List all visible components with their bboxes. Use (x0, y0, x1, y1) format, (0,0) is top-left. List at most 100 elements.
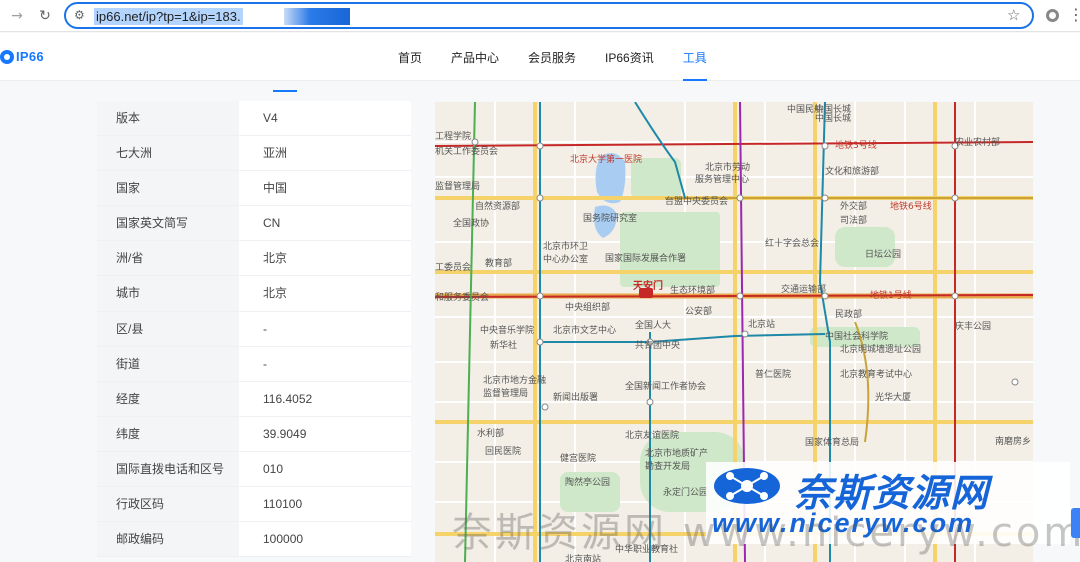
info-label: 国家英文简写 (97, 206, 239, 241)
map-label[interactable]: 中心办公室 (543, 252, 588, 265)
map-label[interactable]: 服务管理中心 (695, 172, 749, 185)
map-label[interactable]: 外交部 (840, 199, 867, 212)
map-label[interactable]: 陶然亭公园 (565, 475, 610, 488)
info-row: 邮政编码 100000 (97, 522, 411, 558)
info-row: 洲/省 北京 (97, 241, 411, 277)
info-label: 国际直拨电话和区号 (97, 451, 239, 487)
map-label[interactable]: 庆丰公园 (955, 319, 991, 332)
nav-item-news[interactable]: IP66资讯 (605, 33, 654, 81)
info-row: 七大洲 亚洲 (97, 136, 411, 172)
map-label[interactable]: 北京市环卫 (543, 239, 588, 252)
map-label[interactable]: 中国社会科学院 (825, 329, 888, 342)
site-settings-icon[interactable]: ⚙ (74, 8, 85, 22)
map-label[interactable]: 南磨房乡 (995, 434, 1031, 447)
bookmark-star-icon[interactable]: ☆ (1007, 6, 1020, 24)
map-label[interactable]: 中央组织部 (565, 300, 610, 313)
map-label[interactable]: 自然资源部 (475, 199, 520, 212)
map-label[interactable]: 天安门 (633, 277, 663, 292)
map-label[interactable]: 监督管理局 (435, 179, 480, 192)
map-label[interactable]: 中国长城 (815, 111, 851, 124)
map-label[interactable]: 地铁3号线 (835, 138, 877, 151)
map-label[interactable]: 公安部 (685, 304, 712, 317)
map-label[interactable]: 水利部 (477, 426, 504, 439)
map-label[interactable]: 国家国际发展合作署 (605, 251, 686, 264)
map-label[interactable]: 全国新闻工作者协会 (625, 379, 706, 392)
map-label[interactable]: 监督管理局 (483, 386, 528, 399)
nav-item-tools[interactable]: 工具 (682, 33, 707, 81)
forward-arrow-icon[interactable]: → (6, 5, 28, 27)
map-label[interactable]: 北京市文艺中心 (553, 323, 616, 336)
map-label[interactable]: 地铁1号线 (870, 288, 912, 301)
map-label[interactable]: 北京友谊医院 (625, 428, 679, 441)
info-row: 行政区码 110100 (97, 487, 411, 523)
info-value: 中国 (263, 181, 288, 196)
map-label[interactable]: 共青团中央 (635, 338, 680, 351)
info-label: 纬度 (97, 416, 239, 451)
map-label[interactable]: 机关工作委员会 (435, 144, 498, 157)
info-value: 116.4052 (263, 391, 313, 406)
map-label[interactable]: 全国人大 (635, 318, 671, 331)
map-label[interactable]: 回民医院 (485, 444, 521, 457)
map-label[interactable]: 新华社 (490, 338, 517, 351)
nav-item-products[interactable]: 产品中心 (451, 33, 499, 81)
map-label[interactable]: 民政部 (835, 307, 862, 320)
reload-icon[interactable]: ↻ (34, 5, 56, 27)
info-row: 城市 北京 (97, 276, 411, 312)
map-label[interactable]: 台盟中央委员会 (665, 194, 728, 207)
info-label: 街道 (97, 346, 239, 381)
info-value: 39.9049 (263, 426, 307, 441)
map-label[interactable]: 北京大学第一医院 (570, 152, 642, 165)
map-label[interactable]: 光华大厦 (875, 390, 911, 403)
map-label[interactable]: 工程学院 (435, 129, 471, 142)
info-label: 经度 (97, 381, 239, 416)
map-label[interactable]: 中央音乐学院 (480, 323, 534, 336)
map-label[interactable]: 工委员会 (435, 260, 471, 273)
map-label[interactable]: 北京教育考试中心 (840, 367, 912, 380)
map-label[interactable]: 地铁6号线 (890, 199, 932, 212)
map-label[interactable]: 教育部 (485, 256, 512, 269)
map-label[interactable]: 国务院研究室 (583, 211, 637, 224)
extension-icon[interactable] (1046, 9, 1059, 22)
info-value: 北京 (263, 251, 288, 266)
map-label[interactable]: 健宫医院 (560, 451, 596, 464)
map-label[interactable]: 国家体育总局 (805, 435, 859, 448)
map-label[interactable]: 文化和旅游部 (825, 164, 879, 177)
info-row: 版本 V4 (97, 101, 411, 137)
map-label[interactable]: 北京明城墙遗址公园 (840, 342, 921, 355)
info-row: 纬度 39.9049 (97, 416, 411, 452)
url-redaction (284, 8, 350, 25)
map-label[interactable]: 北京市地质矿产 (645, 446, 708, 459)
map-label[interactable]: 司法部 (840, 213, 867, 226)
map-label[interactable]: 生态环境部 (670, 283, 715, 296)
map-label[interactable]: 日坛公园 (865, 247, 901, 260)
site-header: IP66 首页 产品中心 会员服务 IP66资讯 工具 (0, 33, 1080, 81)
url-text[interactable]: ip66.net/ip?tp=1&ip=183. (94, 8, 243, 25)
nav-item-home[interactable]: 首页 (398, 33, 422, 81)
map-label[interactable]: 新闻出版署 (553, 390, 598, 403)
info-value: 010 (263, 461, 284, 476)
info-label: 行政区码 (97, 487, 239, 522)
floating-side-tab[interactable] (1071, 508, 1080, 538)
info-value: 100000 (263, 532, 304, 547)
map-label[interactable]: 红十字会总会 (765, 236, 819, 249)
map-label[interactable]: 农业农村部 (955, 135, 1000, 148)
browser-menu-icon[interactable]: ⋮ (1068, 5, 1080, 24)
map-label[interactable]: 普仁医院 (755, 367, 791, 380)
site-logo[interactable]: IP66 (0, 49, 44, 64)
info-value: 110100 (263, 497, 303, 512)
browser-toolbar: → ↻ ⚙ ip66.net/ip?tp=1&ip=183. ☆ ⋮ (0, 0, 1080, 32)
address-bar[interactable]: ⚙ ip66.net/ip?tp=1&ip=183. ☆ (64, 2, 1034, 29)
info-value: 北京 (263, 286, 288, 301)
map-label[interactable]: 全国政协 (453, 216, 489, 229)
map-label[interactable]: 交通运输部 (781, 282, 826, 295)
map-label[interactable]: 勘查开发局 (645, 459, 690, 472)
info-row: 国家英文简写 CN (97, 206, 411, 242)
nav-item-membership[interactable]: 会员服务 (528, 33, 576, 81)
map-label[interactable]: 北京市地方金融 (483, 373, 546, 386)
info-row: 经度 116.4052 (97, 381, 411, 417)
info-label: 城市 (97, 276, 239, 311)
map-label[interactable]: 永定门公园 (663, 485, 708, 498)
info-label: 邮政编码 (97, 522, 239, 557)
map-label[interactable]: 北京站 (748, 317, 775, 330)
map-label[interactable]: 和服务委员会 (435, 290, 489, 303)
